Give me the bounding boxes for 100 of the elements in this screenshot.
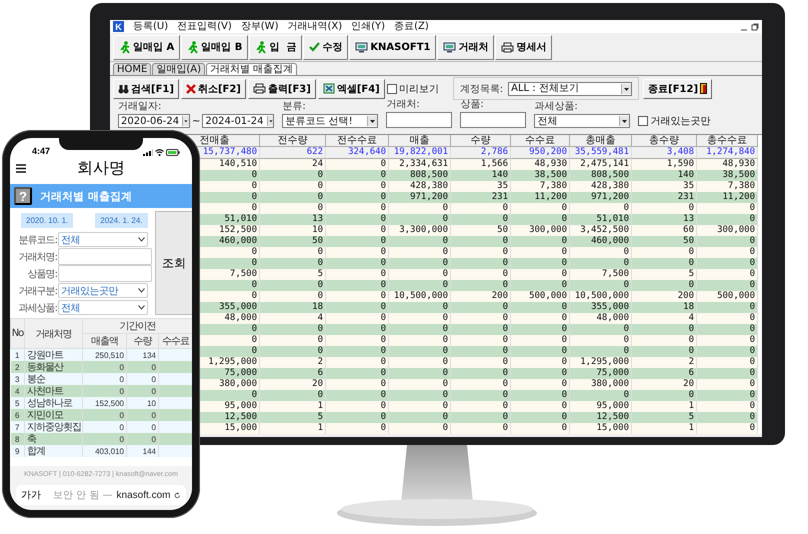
tab[interactable]: HOME xyxy=(113,63,152,75)
table-cell: 0 xyxy=(260,203,326,214)
checkbox-label: 미리보기 xyxy=(398,82,439,96)
url-text: knasoft.com xyxy=(116,490,170,500)
spreadsheet-icon xyxy=(322,83,335,94)
tab[interactable]: 거래처별 매출집계 xyxy=(206,63,298,75)
table-cell: 3,300,000 xyxy=(389,225,451,236)
table-cell: 0 xyxy=(632,346,697,357)
table-cell: 0 xyxy=(511,324,570,335)
action-button[interactable]: 검색[F1] xyxy=(113,78,179,98)
menu-item[interactable]: 종료(Z) xyxy=(394,20,429,32)
table-cell: 0 xyxy=(389,335,451,346)
table-cell: 6 xyxy=(632,368,697,379)
table-cell: 0 xyxy=(82,433,126,445)
table-cell: 0 xyxy=(697,247,758,258)
wifi-icon xyxy=(155,149,164,156)
toolbar-button[interactable]: 명세서 xyxy=(495,34,552,60)
table-cell: 0 xyxy=(451,313,511,324)
dropdown[interactable]: 전체 xyxy=(58,300,148,315)
reload-icon[interactable] xyxy=(174,490,181,500)
caret-icon xyxy=(621,84,632,94)
action-button[interactable]: 취소[F2] xyxy=(180,78,246,98)
input-field[interactable] xyxy=(58,265,152,282)
menu-item[interactable]: 거래내역(X) xyxy=(287,20,342,32)
restore-icon[interactable] xyxy=(751,22,759,30)
filter-input[interactable] xyxy=(460,112,526,128)
filter-dropdown[interactable]: 2024-01-24 xyxy=(202,114,274,128)
table-cell: 231 xyxy=(451,192,511,203)
table-cell: 0 xyxy=(326,357,389,368)
menu-item[interactable]: 장부(W) xyxy=(240,20,278,32)
toolbar-button[interactable]: KNASOFT1 xyxy=(349,34,436,60)
signal-icon xyxy=(143,149,153,156)
total-cell: 622 xyxy=(260,147,326,159)
action-button[interactable]: 엑셀[F4] xyxy=(318,78,385,98)
filter-input[interactable] xyxy=(386,112,452,128)
table-cell: 0 xyxy=(326,302,389,313)
caret-icon xyxy=(138,288,145,293)
table-cell: 7 xyxy=(10,421,24,433)
dropdown[interactable]: 전체 xyxy=(58,232,148,247)
dropdown[interactable]: 거래있는곳만 xyxy=(58,283,148,298)
toolbar-button[interactable]: 일매입 B xyxy=(181,34,248,60)
filter-dropdown[interactable]: 분류코드 선택! xyxy=(282,114,378,128)
table-cell: 0 xyxy=(126,433,158,445)
table-cell: 0 xyxy=(389,346,451,357)
table-cell: 0 xyxy=(511,280,570,291)
filter-dropdown[interactable]: 2020-06-24 xyxy=(118,114,190,128)
table-cell: 1 xyxy=(260,401,326,412)
menu-item[interactable]: 인쇄(Y) xyxy=(351,20,386,32)
table-cell: 0 xyxy=(697,258,758,269)
account-dropdown[interactable]: ALL : 전체보기 xyxy=(508,82,632,96)
action-button[interactable]: 출력[F3] xyxy=(248,78,316,98)
table-cell: 971,200 xyxy=(570,192,632,203)
table-cell: 18 xyxy=(632,302,697,313)
toolbar-button[interactable]: 수정 xyxy=(303,34,348,60)
table-cell: 0 xyxy=(451,401,511,412)
table-cell: 0 xyxy=(697,280,758,291)
toolbar-button[interactable]: 일매입 A xyxy=(113,34,180,60)
menu-icon[interactable] xyxy=(16,164,26,172)
table-cell: 0 xyxy=(260,170,326,181)
table-cell: 0 xyxy=(326,192,389,203)
menu-item[interactable]: 등록(U) xyxy=(133,20,168,32)
table-cell: 231 xyxy=(632,192,697,203)
toolbar-button[interactable]: 입 금 xyxy=(249,34,302,60)
table-cell: 강원마트 xyxy=(24,348,82,361)
date-field[interactable]: 2020. 10. 1. xyxy=(21,213,74,228)
tab[interactable]: 일매입(A) xyxy=(152,63,205,75)
range-separator: ~ xyxy=(192,116,200,126)
search-button[interactable]: 조회 xyxy=(155,211,192,315)
table-cell: 0 xyxy=(697,269,758,280)
column-header: 매출 xyxy=(389,135,451,147)
table-cell: 0 xyxy=(511,368,570,379)
table-cell: 0 xyxy=(511,214,570,225)
table-cell: 20 xyxy=(632,379,697,390)
person-icon xyxy=(119,40,131,54)
toolbar-button[interactable]: 거래처 xyxy=(437,34,494,60)
table-cell: 0 xyxy=(451,357,511,368)
table-cell: 0 xyxy=(511,379,570,390)
table-cell: 0 xyxy=(511,335,570,346)
address-bar[interactable]: 가가 보안 안 됨 — knasoft.com xyxy=(16,485,186,505)
table-cell: 0 xyxy=(260,291,326,302)
total-cell: 2,786 xyxy=(451,147,511,159)
filter-dropdown[interactable]: 전체 xyxy=(534,114,630,128)
table-cell: 0 xyxy=(326,335,389,346)
table-cell: 0 xyxy=(451,203,511,214)
table-cell: 0 xyxy=(260,324,326,335)
caret-icon xyxy=(138,305,145,310)
date-field[interactable]: 2024. 1. 24. xyxy=(95,213,148,228)
exit-button[interactable]: 종료[F12] xyxy=(643,78,712,98)
table-cell: 0 xyxy=(389,258,451,269)
table-cell: 0 xyxy=(451,302,511,313)
table-cell: 0 xyxy=(511,236,570,247)
input-field[interactable] xyxy=(58,248,152,265)
checkbox[interactable] xyxy=(386,84,397,94)
checkbox[interactable] xyxy=(638,116,648,126)
column-header: 수량 xyxy=(451,135,511,147)
text-size-button[interactable]: 가가 xyxy=(21,488,41,502)
table-cell: 0 xyxy=(260,192,326,203)
menu-item[interactable]: 전표입력(V) xyxy=(177,20,232,32)
table-cell: 0 xyxy=(697,335,758,346)
table-cell: 0 xyxy=(389,379,451,390)
